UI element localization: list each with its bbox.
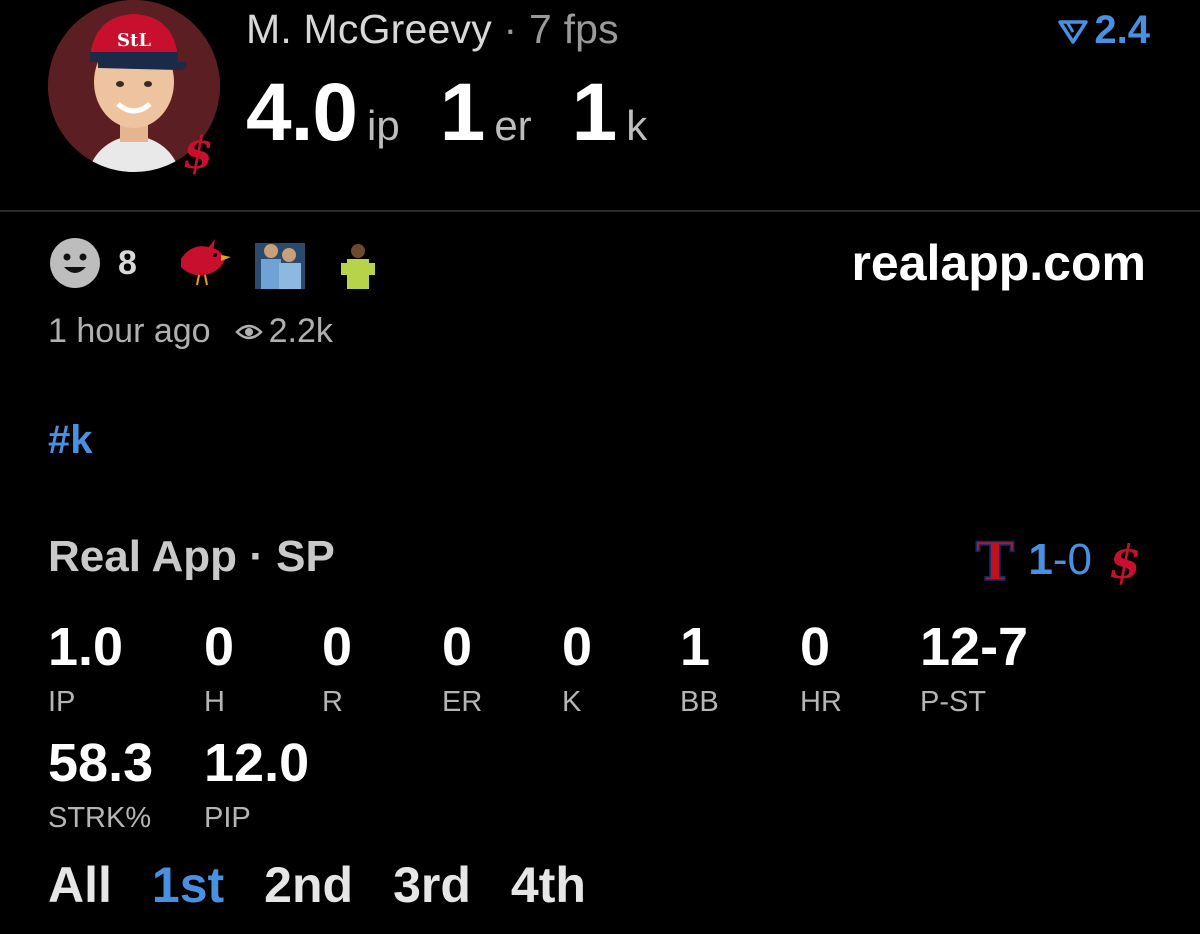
stat-label: ER: [442, 686, 483, 718]
stat-label: HR: [800, 686, 842, 718]
rangers-logo-icon: T: [975, 534, 1016, 586]
stat-value: 0: [322, 617, 353, 677]
view-count: 2.2k: [268, 312, 333, 350]
cardinals-logo-icon: $: [168, 112, 228, 182]
stat-label: K: [562, 686, 582, 718]
hashtag-link[interactable]: #k: [48, 418, 93, 463]
views: 2.2k: [234, 312, 333, 351]
game-score[interactable]: T 1-0 $: [972, 532, 1148, 588]
fps-value: 7 fps: [529, 6, 619, 52]
score-home: 1: [1028, 535, 1053, 584]
stat-value: 12.0: [204, 733, 310, 793]
stat-label: R: [322, 686, 343, 718]
stat-k: 0K: [562, 620, 592, 717]
stat-value: 0: [442, 617, 473, 677]
stat-er: 0 ER: [442, 620, 482, 717]
stat-value: 0: [204, 617, 235, 677]
time-ago: 1 hour ago: [48, 312, 211, 350]
stat-pst: 12-7 P-ST: [920, 620, 1028, 717]
statline: 4.0 ip 1 er 1k: [246, 66, 687, 160]
svg-text:T: T: [976, 534, 1015, 586]
tab-all[interactable]: All: [48, 856, 112, 914]
statline-ip-unit: ip: [367, 102, 400, 149]
player-title[interactable]: M. McGreevy · 7 fps: [246, 6, 619, 53]
tab-4th[interactable]: 4th: [511, 856, 586, 914]
real-rating-icon: [1058, 19, 1089, 44]
goalkeeper-reaction-icon[interactable]: [327, 237, 389, 289]
statline-er-value: 1: [439, 67, 486, 158]
stat-ip: 1.0 IP: [48, 620, 123, 717]
reactions-row: 8: [48, 236, 389, 290]
stat-value: 0: [562, 617, 593, 677]
stat-label: IP: [48, 686, 76, 718]
header-divider: [0, 210, 1200, 212]
rating-value: 2.4: [1094, 8, 1150, 52]
tab-1st[interactable]: 1st: [152, 856, 224, 914]
stat-pip: 12.0 PIP: [204, 736, 309, 833]
stat-h: 0H: [204, 620, 234, 717]
statline-ip-value: 4.0: [246, 67, 358, 158]
svg-text:StL: StL: [117, 30, 151, 51]
score-away: -0: [1052, 535, 1092, 584]
player-name[interactable]: M. McGreevy: [246, 6, 492, 52]
site-link[interactable]: realapp.com: [851, 234, 1146, 292]
stat-strk: 58.3 STRK%: [48, 736, 153, 833]
statline-k-unit: k: [626, 102, 648, 149]
reaction-smiley-icon[interactable]: [48, 236, 102, 290]
tab-3rd[interactable]: 3rd: [393, 856, 471, 914]
svg-text:$: $: [183, 128, 214, 179]
stat-label: PIP: [204, 802, 251, 834]
stat-bb: 1 BB: [680, 620, 719, 717]
stat-label: H: [204, 686, 225, 718]
rating-badge[interactable]: 2.4: [1058, 8, 1150, 53]
stat-hr: 0 HR: [800, 620, 842, 717]
tab-2nd[interactable]: 2nd: [264, 856, 353, 914]
eye-icon: [234, 324, 263, 339]
inning-tabs: All 1st 2nd 3rd 4th: [48, 856, 586, 914]
statline-k-value: 1: [571, 67, 618, 158]
players-photo-reaction-icon[interactable]: [249, 237, 311, 289]
stat-value: 1: [680, 617, 711, 677]
stat-value: 12-7: [920, 617, 1029, 677]
title-separator: ·: [491, 6, 529, 52]
stat-value: 0: [800, 617, 831, 677]
game-title: Real App · SP: [48, 532, 335, 581]
stat-value: 1.0: [48, 617, 124, 677]
stat-r: 0R: [322, 620, 352, 717]
post-meta: 1 hour ago 2.2k: [48, 312, 333, 351]
statline-er-unit: er: [494, 102, 532, 149]
cardinal-bird-reaction-icon[interactable]: [171, 237, 233, 289]
stat-value: 58.3: [48, 733, 154, 793]
svg-text:$: $: [1109, 535, 1141, 588]
stat-label: P-ST: [920, 686, 987, 718]
cardinals-score-logo-icon: $: [1109, 535, 1141, 588]
stat-label: BB: [680, 686, 719, 718]
stat-label: STRK%: [48, 802, 152, 834]
reaction-count: 8: [118, 243, 137, 282]
